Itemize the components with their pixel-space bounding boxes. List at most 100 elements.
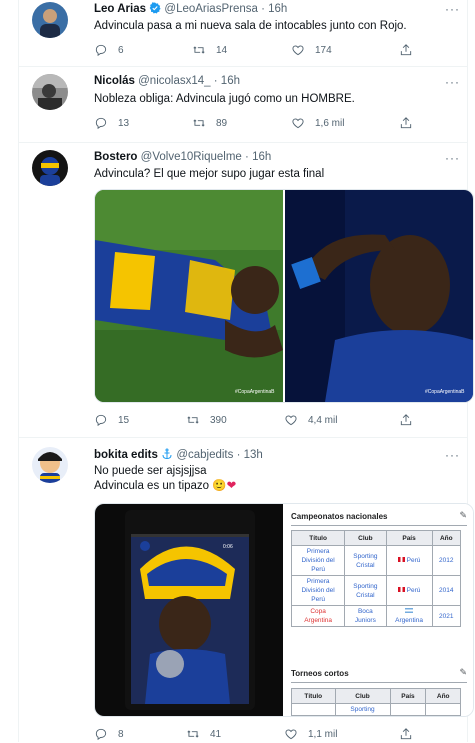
reply-button[interactable]: 13 [94, 116, 129, 130]
like-count: 4,4 mil [308, 414, 338, 426]
user-handle[interactable]: @Volve10Riquelme [141, 151, 242, 163]
peru-flag-icon [397, 587, 405, 592]
edit-pencil-icon: ✎ [459, 510, 467, 520]
video-screen-recording[interactable]: 0:06 [95, 504, 283, 716]
retweet-icon [187, 730, 199, 738]
share-button[interactable] [399, 43, 413, 57]
tweet-header: Bostero @Volve10Riquelme · 16h [94, 151, 272, 163]
reply-icon [95, 44, 107, 57]
heart-icon [292, 118, 304, 129]
avatar-bokita-edits[interactable] [32, 447, 68, 483]
retweet-button[interactable]: 14 [192, 43, 227, 57]
tweet-actions: 8 41 1,1 mil [94, 727, 424, 743]
like-button[interactable]: 174 [291, 43, 332, 57]
display-name[interactable]: Bostero [94, 151, 137, 163]
tweet-header: Nicolás @nicolasx14_ · 16h [94, 75, 240, 87]
tweet-actions: 13 89 1,6 mil [94, 116, 424, 132]
tweet-4[interactable]: bokita edits @cabjedits · 13h ··· No pue… [18, 437, 474, 743]
like-count: 1,6 mil [315, 117, 345, 129]
tweet-time[interactable]: 16h [252, 151, 271, 163]
user-handle[interactable]: @nicolasx14_ [138, 75, 210, 87]
reply-count: 13 [118, 117, 130, 129]
verified-badge-icon [149, 2, 161, 14]
tweet-header: bokita edits @cabjedits · 13h [94, 448, 263, 461]
retweet-button[interactable]: 390 [186, 413, 227, 427]
avatar-bostero[interactable] [32, 150, 68, 186]
reply-button[interactable]: 6 [94, 43, 124, 57]
avatar-nicolas[interactable] [32, 74, 68, 110]
anchor-icon [162, 448, 172, 460]
reply-count: 8 [118, 728, 124, 740]
wiki-section-title: Campeonatos nacionales [291, 512, 388, 521]
share-icon [400, 117, 412, 129]
heart-icon [285, 415, 297, 426]
wiki-section-title-2: Torneos cortos [291, 669, 349, 678]
more-options-icon[interactable]: ··· [445, 151, 460, 165]
tweet-actions: 6 14 174 [94, 43, 424, 59]
wiki-table-short: Título Club País Año Sporting [291, 688, 461, 716]
share-icon [400, 44, 412, 56]
retweet-icon [193, 46, 205, 54]
tweet-header: Leo Arias @LeoAriasPrensa · 16h [94, 2, 288, 15]
reply-icon [95, 414, 107, 427]
photo-player-on-grass[interactable]: #CopaArgentinaB [95, 190, 283, 402]
share-button[interactable] [399, 727, 413, 741]
reply-icon [95, 117, 107, 130]
tweet-2[interactable]: Nicolás @nicolasx14_ · 16h ··· Nobleza o… [18, 66, 468, 143]
table-row: Primera División del Perú Sporting Cristal … [290, 575, 462, 606]
video-time: 0:06 [223, 544, 233, 550]
like-button[interactable]: 1,1 mil [284, 727, 337, 741]
heart-icon [292, 45, 304, 56]
table-row: Copa Argentina Boca Juniors Argentina 2021 [290, 605, 462, 627]
tweet-text: Advincula pasa a mi nueva sala de intoca… [94, 20, 407, 32]
reply-button[interactable]: 8 [94, 727, 124, 741]
user-handle[interactable]: @cabjedits [176, 449, 233, 461]
reply-count: 6 [118, 44, 124, 56]
argentina-flag-icon [405, 608, 414, 613]
tweet-text: No puede ser ajsjsjjsa Advincula es un t… [94, 465, 237, 492]
tweet-actions: 15 390 4,4 mil [94, 413, 424, 429]
retweet-button[interactable]: 89 [192, 116, 227, 130]
like-count: 1,1 mil [308, 728, 338, 740]
more-options-icon[interactable]: ··· [445, 448, 460, 462]
retweet-count: 89 [216, 117, 228, 129]
retweet-button[interactable]: 41 [186, 727, 221, 741]
avatar-leo-arias[interactable] [32, 2, 68, 38]
share-icon [400, 414, 412, 426]
more-options-icon[interactable]: ··· [445, 2, 460, 16]
wikipedia-screenshot[interactable]: Campeonatos nacionales ✎ Título Club Paí… [285, 504, 473, 716]
more-options-icon[interactable]: ··· [445, 75, 460, 89]
share-icon [400, 728, 412, 740]
media-watermark-right: #CopaArgentinaB [425, 389, 465, 395]
share-button[interactable] [399, 413, 413, 427]
tweet-3[interactable]: Bostero @Volve10Riquelme · 16h ··· Advin… [18, 142, 474, 438]
reply-icon [95, 728, 107, 741]
display-name[interactable]: Nicolás [94, 75, 135, 87]
tweet-time[interactable]: 16h [268, 3, 287, 15]
like-button[interactable]: 1,6 mil [291, 116, 344, 130]
retweet-count: 41 [210, 728, 222, 740]
tweet-text: Nobleza obliga: Advincula jugó como un H… [94, 93, 355, 105]
display-name[interactable]: bokita edits [94, 449, 158, 461]
user-handle[interactable]: @LeoAriasPrensa [164, 3, 258, 15]
retweet-icon [187, 416, 199, 424]
display-name[interactable]: Leo Arias [94, 3, 146, 15]
tweet-1[interactable]: Leo Arias @LeoAriasPrensa · 16h ··· Advi… [18, 0, 468, 67]
tweet-time[interactable]: 13h [244, 449, 263, 461]
heart-icon [285, 729, 297, 740]
edit-pencil-icon: ✎ [459, 667, 467, 677]
tweet-time[interactable]: 16h [221, 75, 240, 87]
like-button[interactable]: 4,4 mil [284, 413, 337, 427]
tweet-text: Advincula? El que mejor supo jugar esta … [94, 168, 325, 180]
table-row: Primera División del Perú Sporting Cristal … [290, 545, 462, 576]
like-count: 174 [315, 44, 332, 56]
tweet-media-grid[interactable]: #CopaArgentinaB #CopaArgentinaB [94, 189, 474, 403]
wiki-table-national: Título Club País Año Primera División del… [290, 530, 462, 627]
photo-player-saluting[interactable]: #CopaArgentinaB [285, 190, 473, 402]
tweet-media-grid[interactable]: 0:06 Campeonatos nacionales ✎ Título Clu… [94, 503, 474, 717]
media-watermark-left: #CopaArgentinaB [235, 389, 275, 395]
reply-button[interactable]: 15 [94, 413, 129, 427]
peru-flag-icon [397, 557, 405, 562]
emoji: 🙂❤ [212, 480, 237, 492]
share-button[interactable] [399, 116, 413, 130]
